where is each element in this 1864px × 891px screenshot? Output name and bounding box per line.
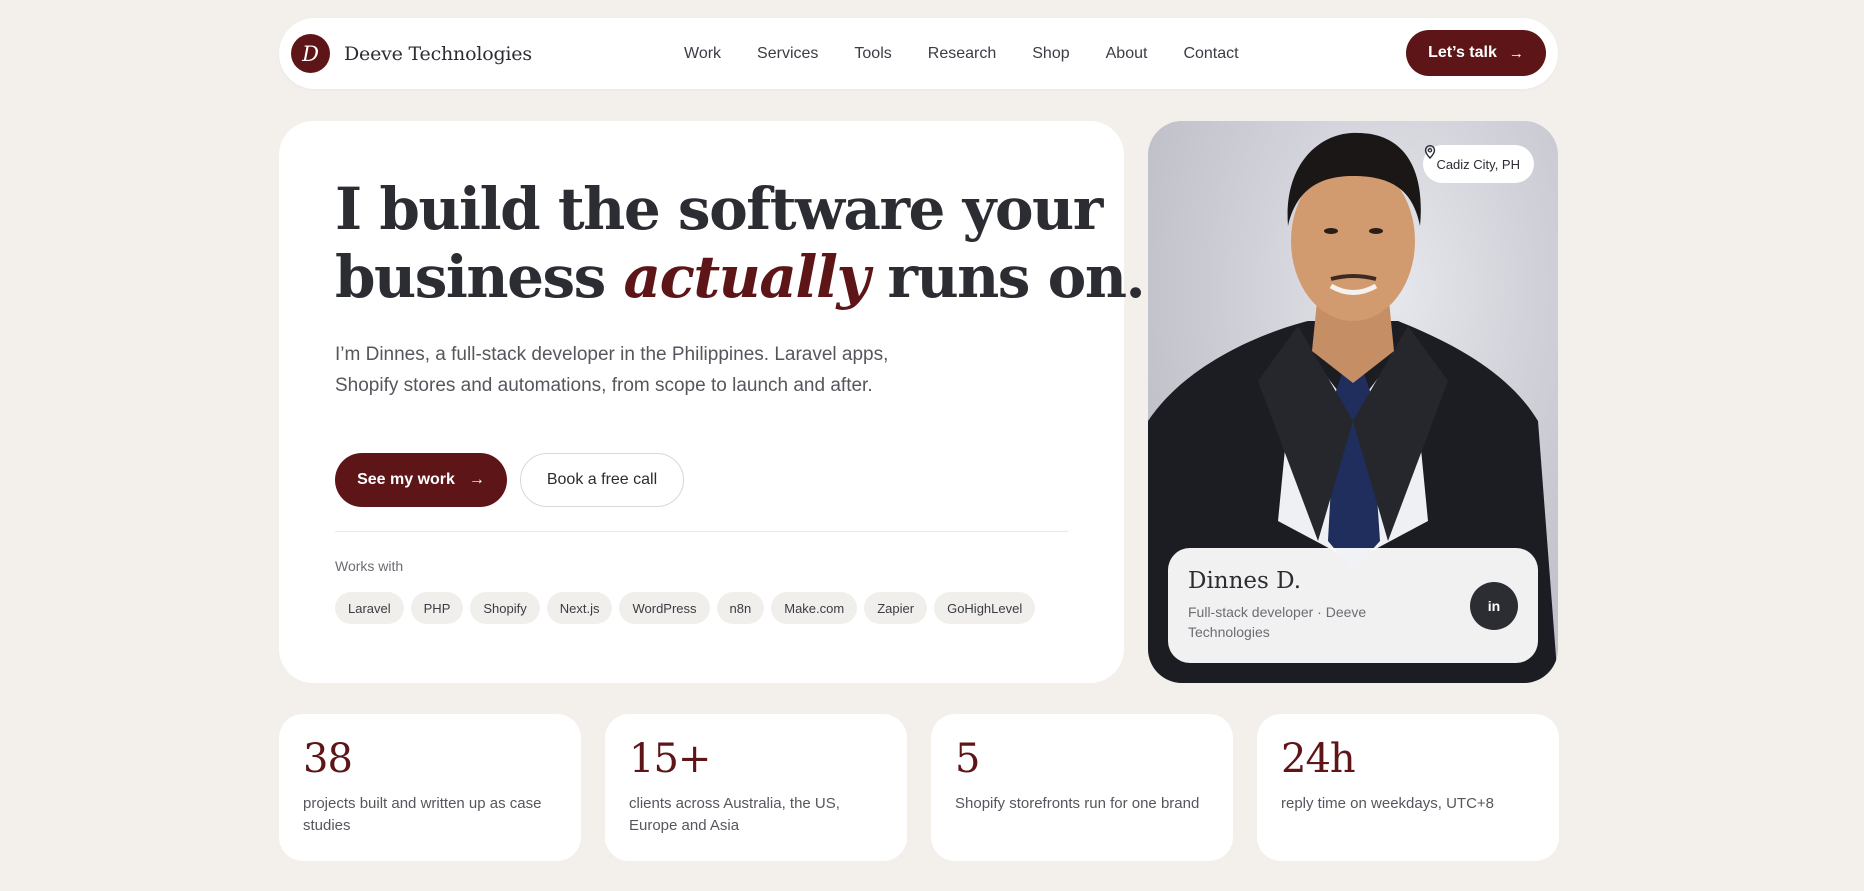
location-pill: Cadiz City, PH xyxy=(1423,145,1534,183)
nav-link-research[interactable]: Research xyxy=(928,45,996,63)
lets-talk-button[interactable]: Let’s talk → xyxy=(1406,30,1546,76)
map-pin-icon xyxy=(1425,145,1436,159)
tool-chip: Next.js xyxy=(546,592,613,624)
tool-chip: GoHighLevel xyxy=(934,592,1036,624)
tool-chip: PHP xyxy=(410,592,464,624)
see-my-work-label: See my work xyxy=(357,471,455,488)
nav-link-tools[interactable]: Tools xyxy=(854,45,891,63)
profile-role: Full-stack developer · Deeve Technologie… xyxy=(1188,604,1367,640)
linkedin-icon[interactable]: in xyxy=(1470,582,1518,630)
headline-line-1: I build the software your xyxy=(335,175,1103,243)
stat-value: 24h xyxy=(1281,736,1356,782)
tool-chips: Laravel PHP Shopify Next.js WordPress n8… xyxy=(335,592,1042,624)
arrow-right-icon: → xyxy=(1508,44,1524,62)
stat-label: clients across Australia, the US, Europe… xyxy=(629,795,840,834)
nav-link-shop[interactable]: Shop xyxy=(1032,45,1069,63)
stat-card: 38 projects built and written up as case… xyxy=(279,714,581,861)
profile-info-card: Dinnes D. Full-stack developer · Deeve T… xyxy=(1168,548,1538,663)
tool-chip: Laravel xyxy=(335,592,404,624)
tool-chip: Make.com xyxy=(771,592,858,624)
stat-label: reply time on weekdays, UTC+8 xyxy=(1281,795,1495,812)
stat-card: 24h reply time on weekdays, UTC+8 xyxy=(1257,714,1559,861)
hero-intro: I’m Dinnes, a full-stack developer in th… xyxy=(335,344,889,396)
tool-chip: WordPress xyxy=(619,592,710,624)
nav-link-contact[interactable]: Contact xyxy=(1183,45,1238,63)
stat-value: 38 xyxy=(303,736,353,782)
headline-pre: business xyxy=(335,243,624,311)
brand-name: Deeve Technologies xyxy=(344,42,532,65)
stat-card: 15+ clients across Australia, the US, Eu… xyxy=(605,714,907,861)
profile-photo-card: Cadiz City, PH Dinnes D. Full-stack deve… xyxy=(1148,121,1558,683)
nav-link-work[interactable]: Work xyxy=(684,45,721,63)
profile-name: Dinnes D. xyxy=(1188,568,1302,594)
see-my-work-button[interactable]: See my work → xyxy=(335,453,507,507)
main-nav: Work Services Tools Research Shop About … xyxy=(684,18,1275,89)
stat-value: 15+ xyxy=(629,736,711,782)
hero-headline: I build the software your business actua… xyxy=(335,175,1146,311)
tool-chip: n8n xyxy=(716,592,765,624)
arrow-right-icon: → xyxy=(468,471,485,488)
stat-label: Shopify storefronts run for one brand xyxy=(955,795,1200,812)
hero-card: I build the software your business actua… xyxy=(279,121,1146,683)
nav-link-services[interactable]: Services xyxy=(757,45,818,63)
headline-post: runs on. xyxy=(868,243,1145,311)
stat-value: 5 xyxy=(955,736,980,782)
tool-chip: Shopify xyxy=(470,592,540,624)
top-navbar: D Deeve Technologies Work Services Tools… xyxy=(279,18,1558,89)
works-with-label: Works with xyxy=(335,558,404,574)
brand-logo[interactable]: D Deeve Technologies xyxy=(291,34,532,73)
stat-card: 5 Shopify storefronts run for one brand xyxy=(931,714,1233,861)
brand-mark-icon: D xyxy=(291,34,330,73)
location-text: Cadiz City, PH xyxy=(1436,156,1520,172)
stat-label: projects built and written up as case st… xyxy=(303,795,542,834)
divider xyxy=(335,531,1068,532)
book-call-button[interactable]: Book a free call xyxy=(520,453,684,507)
headline-emphasis: actually xyxy=(623,243,870,311)
tool-chip: Zapier xyxy=(864,592,928,624)
lets-talk-label: Let’s talk xyxy=(1428,44,1497,61)
nav-link-about[interactable]: About xyxy=(1106,45,1148,63)
